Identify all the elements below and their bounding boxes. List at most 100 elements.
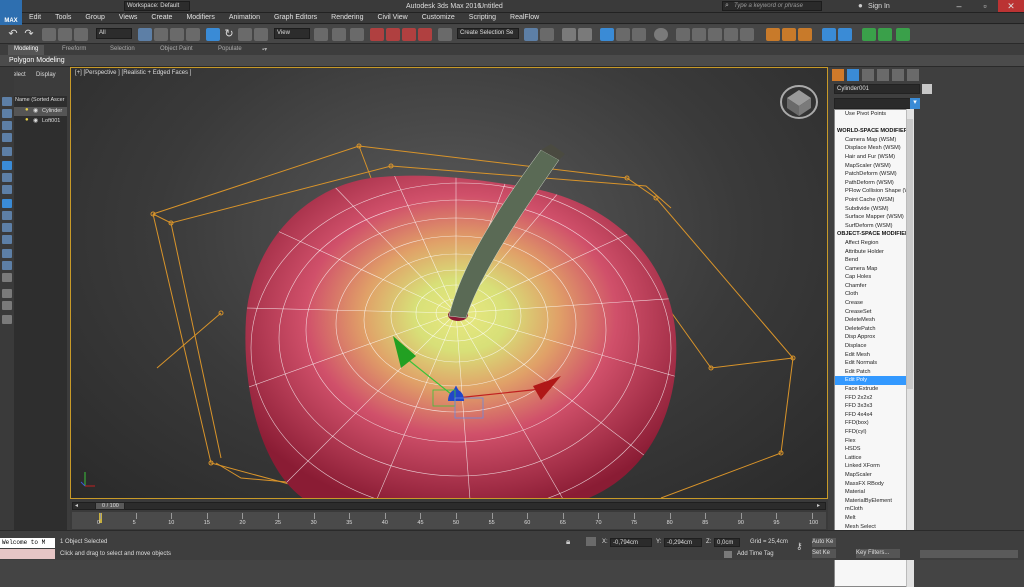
menu-modifiers[interactable]: Modifiers — [179, 13, 221, 22]
modifier-list-item[interactable]: Cloth — [835, 290, 913, 299]
tab-selection[interactable]: Selection — [104, 45, 141, 55]
filter-hidden-icon[interactable] — [2, 235, 12, 244]
y-coordinate[interactable]: -0,294cm — [664, 538, 702, 547]
named-selection-dropdown[interactable]: Create Selection Se — [457, 28, 519, 39]
modifier-list-item[interactable]: FFD(box) — [835, 419, 913, 428]
modifier-list-item[interactable]: PFlow Collision Shape (WSM) — [835, 187, 913, 196]
modifier-list-item[interactable]: CreaseSet — [835, 308, 913, 317]
modifier-list-item[interactable]: HSDS — [835, 445, 913, 454]
menu-customize[interactable]: Customize — [415, 13, 462, 22]
schematic-view-icon[interactable] — [632, 28, 646, 41]
percent-snap-icon[interactable] — [402, 28, 416, 41]
filter-spacewarps-icon[interactable] — [2, 161, 12, 170]
maxscript-listener[interactable]: Welcome to M — [0, 538, 55, 548]
modifier-list-scroll-thumb[interactable] — [907, 119, 913, 389]
z-coordinate[interactable]: 0,0cm — [714, 538, 740, 547]
modifier-list-item[interactable]: DeletePatch — [835, 325, 913, 334]
pivot-center-icon[interactable] — [314, 28, 328, 41]
tree-options-icon[interactable] — [2, 315, 12, 324]
modifier-list-item[interactable]: Melt — [835, 514, 913, 523]
link-icon[interactable] — [42, 28, 56, 41]
modifier-list-item[interactable]: Hair and Fur (WSM) — [835, 153, 913, 162]
workspace-dropdown[interactable]: Workspace: Default — [124, 1, 190, 11]
filter-xrefs-icon[interactable] — [2, 185, 12, 194]
realflow-icon-5[interactable] — [838, 28, 852, 41]
select-scale-icon[interactable] — [238, 28, 252, 41]
x-coordinate[interactable]: -0,794cm — [610, 538, 652, 547]
modifier-list-item[interactable]: Flex — [835, 437, 913, 446]
modifier-list-item[interactable]: Disp Approx — [835, 333, 913, 342]
lock-icon[interactable]: 🔒︎ — [566, 537, 570, 547]
placement-icon[interactable] — [254, 28, 268, 41]
scene-list-header[interactable]: Name (Sorted Ascer — [15, 97, 65, 103]
modifier-list-item[interactable]: FFD 3x3x3 — [835, 402, 913, 411]
realflow-icon-8[interactable] — [896, 28, 910, 41]
perspective-viewport[interactable]: [+] [Perspective ] [Realistic + Edged Fa… — [70, 67, 828, 499]
filter-lights-icon[interactable] — [2, 121, 12, 130]
modifier-list-item[interactable]: Face Extrude — [835, 385, 913, 394]
menu-create[interactable]: Create — [144, 13, 179, 22]
modify-tab-icon[interactable] — [847, 69, 859, 81]
create-tab-icon[interactable] — [832, 69, 844, 81]
menu-views[interactable]: Views — [112, 13, 145, 22]
menu-animation[interactable]: Animation — [222, 13, 267, 22]
time-slider-thumb[interactable]: 0 / 100 — [95, 502, 125, 510]
modifier-list-item[interactable]: PathDeform (WSM) — [835, 179, 913, 188]
modifier-list-item[interactable]: MapScaler (WSM) — [835, 162, 913, 171]
realflow-icon-1[interactable] — [766, 28, 780, 41]
select-object-icon[interactable] — [138, 28, 152, 41]
modifier-list-item[interactable]: Displace Mesh (WSM) — [835, 144, 913, 153]
modifier-list-item[interactable]: PatchDeform (WSM) — [835, 170, 913, 179]
menu-group[interactable]: Group — [78, 13, 111, 22]
modifier-list-item[interactable]: MassFX RBody — [835, 480, 913, 489]
modifier-list-item[interactable]: Material — [835, 488, 913, 497]
filter-bones-icon[interactable] — [2, 199, 12, 208]
modifier-list-item[interactable]: Point Cache (WSM) — [835, 196, 913, 205]
modifier-list-item[interactable]: Subdivide (WSM) — [835, 205, 913, 214]
key-filters-button[interactable]: Key Filters... — [856, 549, 900, 558]
modifier-list-item[interactable]: Camera Map — [835, 265, 913, 274]
menu-scripting[interactable]: Scripting — [462, 13, 503, 22]
modifier-list-item[interactable]: mCloth — [835, 505, 913, 514]
object-color-swatch[interactable] — [922, 84, 932, 94]
render-production-icon[interactable] — [708, 28, 722, 41]
visibility-icon[interactable]: ◉ — [33, 117, 38, 124]
undo-icon[interactable]: ↶ — [6, 28, 20, 41]
filter-containers-icon[interactable] — [2, 211, 12, 220]
window-crossing-icon[interactable] — [186, 28, 200, 41]
realflow-icon-4[interactable] — [822, 28, 836, 41]
filter-groups-icon[interactable] — [2, 173, 12, 182]
menu-realflow[interactable]: RealFlow — [503, 13, 546, 22]
select-rotate-icon[interactable]: ↻ — [222, 28, 236, 41]
lock-cell-icon[interactable] — [2, 301, 12, 310]
rect-selection-icon[interactable] — [170, 28, 184, 41]
scene-row-cylinder[interactable]: ● ◉ Cylinder — [14, 107, 67, 116]
selection-filter-dropdown[interactable]: All — [96, 28, 132, 39]
realflow-icon-7[interactable] — [878, 28, 892, 41]
select-move-icon[interactable] — [206, 28, 220, 41]
snap-3d-icon[interactable] — [370, 28, 384, 41]
modifier-list-item[interactable]: Attribute Holder — [835, 248, 913, 257]
modifier-list-item[interactable]: MaterialByElement — [835, 497, 913, 506]
display-tab-icon[interactable] — [892, 69, 904, 81]
render-iterative-icon[interactable] — [724, 28, 738, 41]
display-none-icon[interactable] — [2, 261, 12, 270]
ribbon-options-icon[interactable]: ▪▾ — [256, 45, 273, 55]
minimize-button[interactable]: – — [946, 0, 972, 12]
modifier-list-item[interactable]: Surface Mapper (WSM) — [835, 213, 913, 222]
scene-tab-display[interactable]: Display — [36, 72, 56, 78]
add-time-tag[interactable]: Add Time Tag — [737, 551, 774, 557]
modifier-list-item[interactable]: FFD 4x4x4 — [835, 411, 913, 420]
apple-mesh[interactable] — [245, 168, 681, 498]
align-icon[interactable] — [540, 28, 554, 41]
unlink-icon[interactable] — [58, 28, 72, 41]
light-bulb-icon[interactable]: ● — [25, 117, 29, 123]
signin-link[interactable]: Sign In — [868, 3, 890, 10]
time-tag-icon[interactable] — [724, 551, 732, 558]
modifier-list-item[interactable]: SurfDeform (WSM) — [835, 222, 913, 231]
prev-frame-icon[interactable]: ◂ — [75, 502, 78, 509]
rendered-frame-icon[interactable] — [692, 28, 706, 41]
render-online-icon[interactable] — [740, 28, 754, 41]
modifier-list-item[interactable]: DeleteMesh — [835, 316, 913, 325]
menu-tools[interactable]: Tools — [48, 13, 78, 22]
